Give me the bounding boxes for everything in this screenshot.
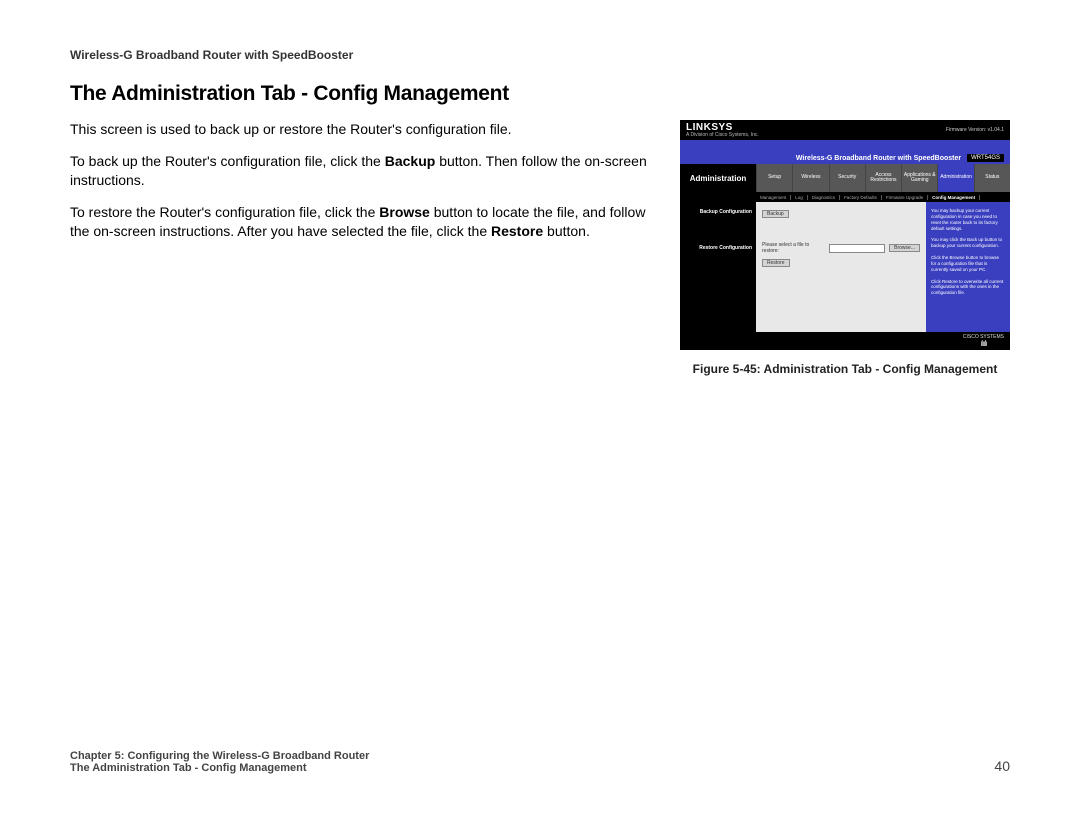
tab-status[interactable]: Status [974,164,1010,192]
body-text: This screen is used to back up or restor… [70,120,650,254]
tab-security[interactable]: Security [829,164,865,192]
subtab-factory-defaults[interactable]: Factory Defaults [840,195,882,200]
router-title: Wireless-G Broadband Router with SpeedBo… [796,155,961,162]
tab-administration[interactable]: Administration [937,164,973,192]
restore-label: Please select a file to restore: [762,242,825,254]
restore-button[interactable]: Restore [762,259,790,267]
router-model: WRT54GS [967,154,1004,162]
help-panel: You may backup your current configuratio… [926,202,1010,332]
tab-section-label: Administration [680,164,756,192]
paragraph-2: To back up the Router's configuration fi… [70,152,650,191]
browse-button[interactable]: Browse... [889,244,920,252]
subtab-firmware-upgrade[interactable]: Firmware Upgrade [882,195,928,200]
footer-chapter: Chapter 5: Configuring the Wireless-G Br… [70,750,369,762]
tab-access-restrictions[interactable]: Access Restrictions [865,164,901,192]
tab-wireless[interactable]: Wireless [792,164,828,192]
restore-file-field[interactable] [829,244,885,253]
subtab-strip: Management Log Diagnostics Factory Defau… [680,192,1010,202]
figure-caption: Figure 5-45: Administration Tab - Config… [680,362,1010,376]
footer-section: The Administration Tab - Config Manageme… [70,762,369,774]
router-sublogo: A Division of Cisco Systems, Inc. [686,132,759,138]
cisco-logo: CISCO SYSTEMS [963,335,1004,348]
paragraph-3: To restore the Router's configuration fi… [70,203,650,242]
footer-left: Chapter 5: Configuring the Wireless-G Br… [70,750,369,774]
section-restore: Restore Configuration [680,225,756,261]
section-title: The Administration Tab - Config Manageme… [70,82,1010,106]
section-backup: Backup Configuration [680,206,756,225]
backup-button[interactable]: Backup [762,210,789,218]
router-screenshot: LINKSYS A Division of Cisco Systems, Inc… [680,120,1010,350]
firmware-version: Firmware Version: v1.04.1 [946,127,1004,133]
paragraph-1: This screen is used to back up or restor… [70,120,650,140]
subtab-management[interactable]: Management [756,195,791,200]
tab-applications-gaming[interactable]: Applications & Gaming [901,164,937,192]
subtab-config-management[interactable]: Config Management [928,195,980,200]
tab-setup[interactable]: Setup [756,164,792,192]
running-header: Wireless-G Broadband Router with SpeedBo… [70,48,1010,62]
subtab-log[interactable]: Log [791,195,808,200]
page-number: 40 [994,758,1010,774]
subtab-diagnostics[interactable]: Diagnostics [808,195,840,200]
